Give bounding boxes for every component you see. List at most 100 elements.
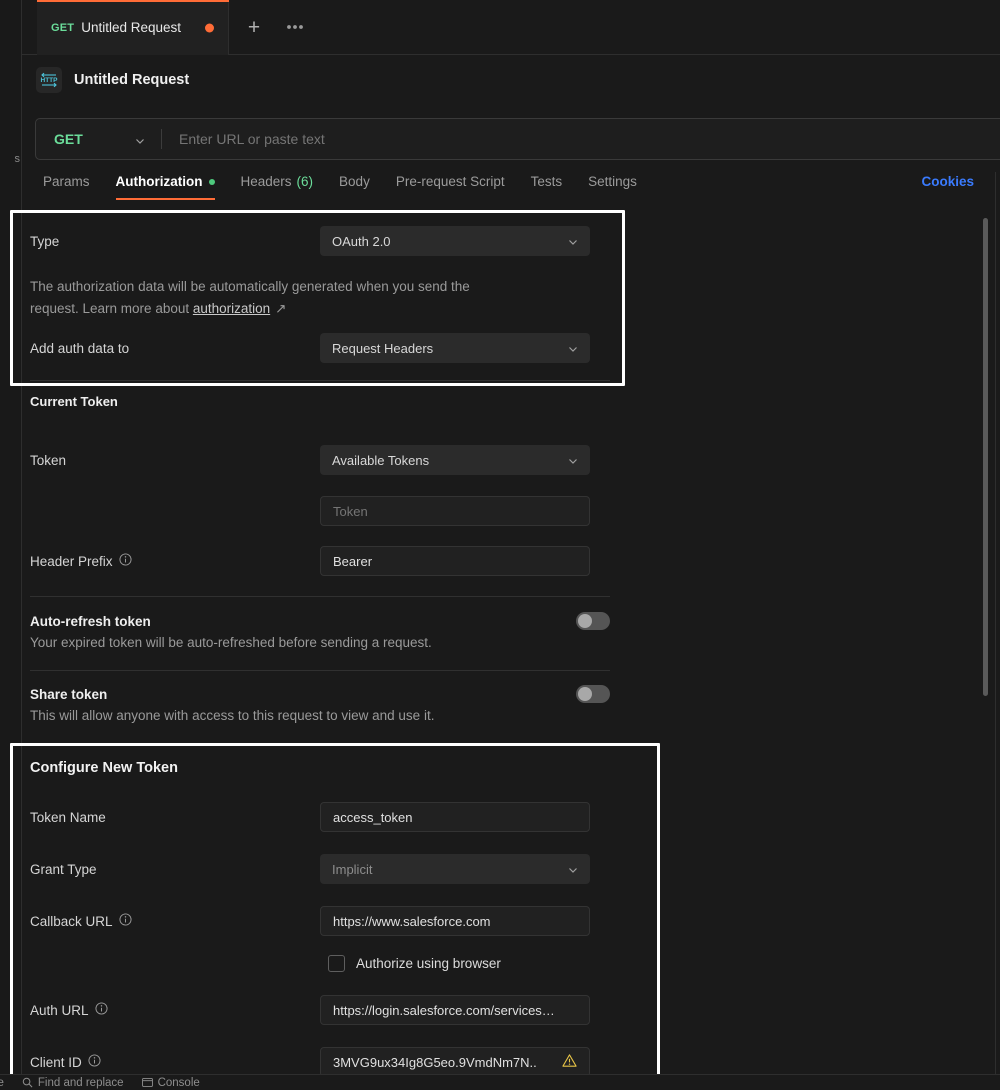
- status-bar: line Find and replace Console: [0, 1074, 1000, 1090]
- status-item-find-and-replace[interactable]: Find and replace: [22, 1077, 124, 1089]
- share-token-description: This will allow anyone with access to th…: [30, 708, 435, 723]
- client-id-input[interactable]: 3MVG9ux34Ig8G5eo.9VmdNm7N..: [320, 1047, 590, 1077]
- client-id-row: Client ID 3MVG9ux34Ig8G5eo.9VmdNm7N..: [30, 1047, 610, 1077]
- auth-type-label: Type: [30, 233, 60, 249]
- auth-url-text: Auth URL: [30, 1002, 89, 1018]
- request-tab-untitled-request[interactable]: GET Untitled Request: [37, 0, 229, 55]
- token-name-input[interactable]: [320, 802, 590, 832]
- new-tab-button[interactable]: +: [240, 17, 268, 39]
- tab-tests-label: Tests: [530, 174, 563, 189]
- grant-type-select[interactable]: Implicit: [320, 854, 590, 884]
- tab-authorization[interactable]: Authorization: [103, 172, 228, 200]
- tab-params[interactable]: Params: [30, 172, 103, 200]
- info-icon[interactable]: [94, 1002, 108, 1018]
- chevron-down-icon: [567, 236, 579, 251]
- find-and-replace-label: Find and replace: [37, 1076, 124, 1089]
- share-token-title: Share token: [30, 686, 108, 702]
- current-token-heading: Current Token: [30, 394, 118, 409]
- callback-url-text: Callback URL: [30, 913, 113, 929]
- token-input[interactable]: [320, 496, 590, 526]
- token-select-row: Token Available Tokens: [30, 445, 610, 475]
- header-prefix-input[interactable]: [320, 546, 590, 576]
- share-token-toggle[interactable]: [576, 685, 610, 703]
- svg-text:HTTP: HTTP: [41, 77, 59, 84]
- tab-strip: GET Untitled Request +: [22, 0, 1000, 55]
- panel-scrollbar-thumb[interactable]: [983, 218, 988, 696]
- callback-url-input[interactable]: [320, 906, 590, 936]
- left-rail-clipped-label: s: [14, 153, 21, 165]
- cookies-link[interactable]: Cookies: [921, 174, 974, 189]
- info-icon[interactable]: [118, 913, 132, 929]
- url-bar: GET: [35, 118, 1000, 160]
- toggle-knob: [578, 687, 592, 701]
- auto-refresh-token-description: Your expired token will be auto-refreshe…: [30, 635, 432, 650]
- client-id-text: Client ID: [30, 1054, 82, 1070]
- tab-more-options-icon[interactable]: [280, 22, 310, 36]
- search-icon: [22, 1077, 33, 1088]
- toggle-knob: [578, 614, 592, 628]
- status-item-console[interactable]: Console: [141, 1076, 200, 1089]
- auth-url-input[interactable]: [320, 995, 590, 1025]
- token-name-row: Token Name: [30, 802, 610, 832]
- status-item-line[interactable]: line: [0, 1077, 4, 1089]
- header-prefix-text: Header Prefix: [30, 553, 113, 569]
- auth-type-value: OAuth 2.0: [332, 233, 391, 249]
- tab-headers[interactable]: Headers (6): [228, 172, 327, 200]
- unsaved-dot-icon: [205, 23, 214, 32]
- auto-refresh-token-block: Auto-refresh token Your expired token wi…: [30, 612, 610, 654]
- authorization-docs-link[interactable]: authorization: [193, 301, 270, 316]
- configure-new-token-heading: Configure New Token: [30, 760, 178, 776]
- tab-pre-request-script-label: Pre-request Script: [395, 174, 505, 189]
- add-auth-data-select[interactable]: Request Headers: [320, 333, 590, 363]
- divider: [30, 743, 610, 744]
- authorize-using-browser-label: Authorize using browser: [356, 956, 501, 971]
- status-line-label: line: [0, 1077, 4, 1089]
- token-name-label: Token Name: [30, 809, 106, 825]
- divider: [30, 596, 610, 597]
- header-prefix-label: Header Prefix: [30, 553, 320, 569]
- authorize-using-browser-checkbox[interactable]: [328, 955, 345, 972]
- tab-tests[interactable]: Tests: [518, 172, 576, 200]
- tab-settings-label: Settings: [588, 174, 637, 189]
- console-label: Console: [157, 1076, 200, 1089]
- chevron-down-icon: [567, 343, 579, 358]
- auth-url-label: Auth URL: [30, 1002, 320, 1018]
- chevron-down-icon: [567, 455, 579, 470]
- request-title: Untitled Request: [74, 72, 190, 88]
- tab-body[interactable]: Body: [326, 172, 383, 200]
- external-link-icon: ↗: [275, 301, 287, 316]
- grant-type-label: Grant Type: [30, 861, 97, 877]
- client-id-label: Client ID: [30, 1054, 320, 1070]
- auth-type-select[interactable]: OAuth 2.0: [320, 226, 590, 256]
- request-header: HTTP Untitled Request: [22, 55, 1000, 105]
- token-label: Token: [30, 452, 67, 468]
- tab-method-label: GET: [51, 21, 75, 34]
- left-rail: s: [0, 0, 22, 1090]
- tab-pre-request-script[interactable]: Pre-request Script: [383, 172, 518, 200]
- callback-url-label: Callback URL: [30, 913, 320, 929]
- info-icon[interactable]: [88, 1054, 101, 1070]
- available-tokens-value: Available Tokens: [332, 452, 430, 468]
- grant-type-value: Implicit: [332, 861, 373, 877]
- share-token-block: Share token This will allow anyone with …: [30, 685, 610, 727]
- tab-params-label: Params: [43, 174, 90, 189]
- auto-refresh-token-toggle[interactable]: [576, 612, 610, 630]
- postman-window: s GET Untitled Request + HTTP Untitled R…: [0, 0, 1000, 1090]
- authorize-using-browser-row[interactable]: Authorize using browser: [328, 955, 501, 972]
- auto-refresh-token-title: Auto-refresh token: [30, 613, 151, 629]
- available-tokens-select[interactable]: Available Tokens: [320, 445, 590, 475]
- url-input[interactable]: [162, 131, 1000, 147]
- tab-headers-count: (6): [296, 174, 314, 189]
- method-selector[interactable]: GET: [36, 119, 161, 159]
- divider: [30, 670, 610, 671]
- add-auth-data-row: Add auth data to Request Headers: [30, 333, 610, 363]
- tab-body-label: Body: [339, 174, 370, 189]
- ellipsis-icon: [287, 25, 303, 29]
- auth-description-line2: request. Learn more about authorization ↗: [30, 298, 530, 320]
- http-protocol-icon: HTTP: [36, 67, 62, 93]
- add-auth-data-label: Add auth data to: [30, 340, 130, 356]
- auth-description-line1: The authorization data will be automatic…: [30, 279, 470, 294]
- info-icon[interactable]: [119, 553, 132, 569]
- auth-configured-dot-icon: [208, 178, 215, 185]
- tab-settings[interactable]: Settings: [575, 172, 650, 200]
